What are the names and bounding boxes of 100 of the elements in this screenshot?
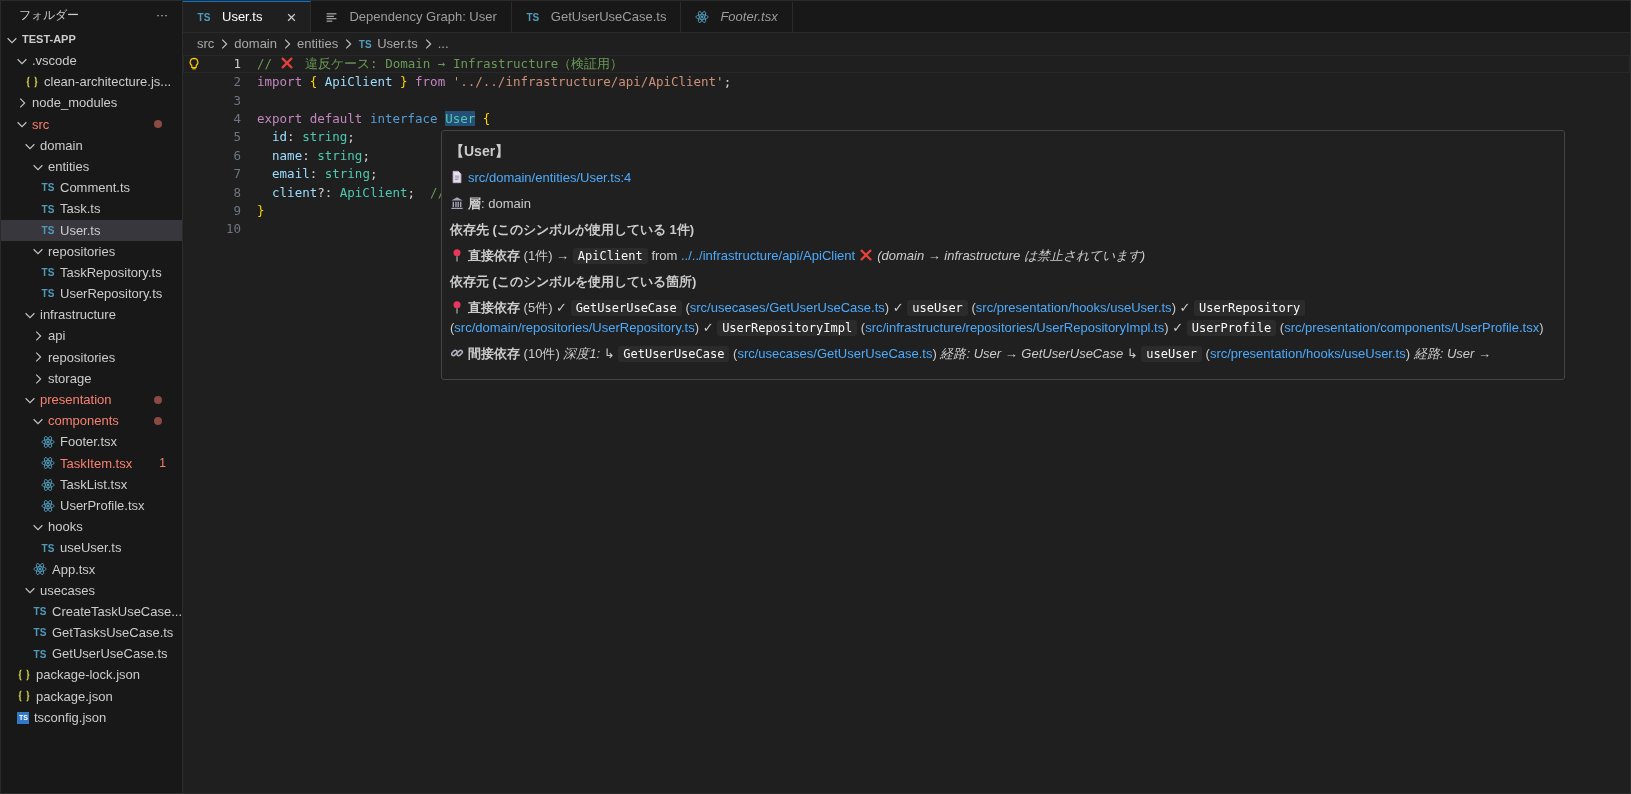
file-item[interactable]: TaskList.tsx <box>1 473 182 496</box>
ts-file-icon: TS <box>41 180 55 196</box>
problem-dot <box>154 120 162 129</box>
breadcrumb-item[interactable]: domain <box>234 34 277 54</box>
explorer-title: フォルダー <box>19 7 79 24</box>
root-folder-item[interactable]: TEST-APP <box>1 29 182 51</box>
folder-item[interactable]: components <box>1 410 182 432</box>
code-token: } <box>400 74 408 90</box>
code-token: ApiClient <box>323 74 394 90</box>
file-item[interactable]: TS GetTasksUseCase.ts <box>1 622 182 644</box>
folder-item[interactable]: repositories <box>1 240 182 263</box>
breadcrumb-item[interactable]: entities <box>297 34 339 54</box>
code-token: : <box>302 147 311 163</box>
editor-tab[interactable]: TS User.ts × <box>183 1 312 32</box>
breadcrumb-item[interactable]: ... <box>437 34 449 54</box>
file-link[interactable]: ../../infrastructure/api/ApiClient <box>681 248 856 263</box>
file-item[interactable]: TS TaskRepository.ts <box>1 262 182 284</box>
folder-item[interactable]: storage <box>1 368 182 390</box>
react-icon <box>33 562 47 577</box>
breadcrumb-item[interactable]: User.ts <box>377 34 418 54</box>
file-item[interactable]: package.json <box>1 685 182 707</box>
file-item[interactable]: TS User.ts <box>1 219 182 241</box>
folder-item[interactable]: api <box>1 325 182 347</box>
file-item[interactable]: UserProfile.tsx <box>1 495 182 517</box>
file-link[interactable]: src/usecases/GetUserUseCase.ts <box>689 300 885 315</box>
line-number: 8 <box>232 183 241 202</box>
close-icon[interactable]: × <box>286 8 297 26</box>
code-token: string <box>302 129 348 145</box>
code-token: } <box>257 202 265 218</box>
file-link[interactable]: src/infrastructure/repositories/UserRepositoryImpl.ts <box>865 320 1165 335</box>
file-link[interactable]: src/presentation/hooks/useUser.ts <box>1209 346 1406 361</box>
breadcrumb-item[interactable]: src <box>197 34 215 54</box>
folder-item[interactable]: .vscode <box>1 50 182 72</box>
ts-file-icon: TS <box>41 222 55 238</box>
code-token: 違反ケース: Domain → Infrastructure（検証用） <box>304 55 624 71</box>
file-item[interactable]: package-lock.json <box>1 664 182 686</box>
cross-icon <box>859 248 874 262</box>
folder-item[interactable]: node_modules <box>1 92 182 114</box>
file-item[interactable]: TS Comment.ts <box>1 177 182 199</box>
file-item[interactable]: clean-architecture.js... <box>1 71 182 93</box>
ts-file-icon: TS <box>41 201 55 217</box>
code-token: email <box>271 166 310 182</box>
folder-item[interactable]: domain <box>1 134 182 157</box>
tooltip-title: 【User】 <box>450 142 511 161</box>
file-item[interactable]: TaskItem.tsx 1 <box>1 452 182 474</box>
more-actions-button[interactable]: ··· <box>156 6 168 24</box>
file-item[interactable]: TS useUser.ts <box>1 537 182 559</box>
ts-file-icon: TS <box>525 9 540 25</box>
file-link[interactable]: src/domain/entities/User.ts:4 <box>468 170 632 185</box>
code-token: string <box>317 147 363 163</box>
line-number: 9 <box>232 201 241 220</box>
file-item[interactable]: TS GetUserUseCase.ts <box>1 643 182 665</box>
react-icon <box>41 435 55 450</box>
line-number: 3 <box>232 91 241 110</box>
file-link[interactable]: src/presentation/components/UserProfile.tsx <box>1284 320 1540 335</box>
braces-icon <box>17 668 31 683</box>
problem-dot <box>154 395 162 404</box>
line-number: 4 <box>232 110 241 128</box>
problem-count: 1 <box>159 455 166 473</box>
ts-file-icon: TS <box>41 540 55 556</box>
folder-item[interactable]: infrastructure <box>1 304 182 326</box>
code-token: : <box>287 129 296 145</box>
file-link[interactable]: src/domain/repositories/UserRepository.ts <box>454 320 695 335</box>
folder-item[interactable]: hooks <box>1 516 182 538</box>
dependency-info: 直接依存 (1件) → ApiClient from ../../infrastructure/api/ApiClient (domain → infrastructure は禁止されています) <box>450 246 1556 266</box>
preview-icon <box>325 10 339 24</box>
file-item[interactable]: TS Task.ts <box>1 198 182 220</box>
code-token: ?: <box>317 184 334 200</box>
folder-item[interactable]: repositories <box>1 346 182 368</box>
code-token: from <box>414 74 446 90</box>
symbol-name: GetUserUseCase <box>570 300 682 316</box>
code-token: import <box>257 74 303 90</box>
react-icon <box>695 10 710 24</box>
line-number: 6 <box>232 146 241 165</box>
file-item[interactable]: TS UserRepository.ts <box>1 283 182 305</box>
ts-file-icon: TS <box>33 625 47 641</box>
folder-item[interactable]: src <box>1 113 182 135</box>
file-item[interactable]: Footer.tsx <box>1 431 182 453</box>
ts-file-icon: TS <box>41 265 55 281</box>
code-token: ; <box>362 147 370 163</box>
symbol-name: useUser <box>1141 346 1202 362</box>
code-token: ; <box>369 166 378 182</box>
code-token: ; <box>723 74 732 90</box>
code-token: export default <box>257 111 363 126</box>
ts-file-icon: TS <box>358 36 373 52</box>
line-number: 2 <box>232 73 241 92</box>
folder-item[interactable]: presentation <box>1 389 182 411</box>
file-link[interactable]: src/presentation/hooks/useUser.ts <box>975 300 1172 315</box>
folder-item[interactable]: entities <box>1 156 182 178</box>
react-icon <box>41 456 55 471</box>
react-icon <box>41 498 55 513</box>
symbol-name: ApiClient <box>572 248 648 264</box>
problem-dot <box>154 416 162 425</box>
code-token: { <box>308 74 318 90</box>
file-item[interactable]: App.tsx <box>1 558 182 580</box>
ts-file-icon: TS <box>41 286 55 302</box>
bank-icon <box>450 196 464 210</box>
file-item[interactable]: TS CreateTaskUseCase... <box>1 601 182 623</box>
file-link[interactable]: src/usecases/GetUserUseCase.ts <box>737 346 933 361</box>
folder-item[interactable]: usecases <box>1 579 182 602</box>
